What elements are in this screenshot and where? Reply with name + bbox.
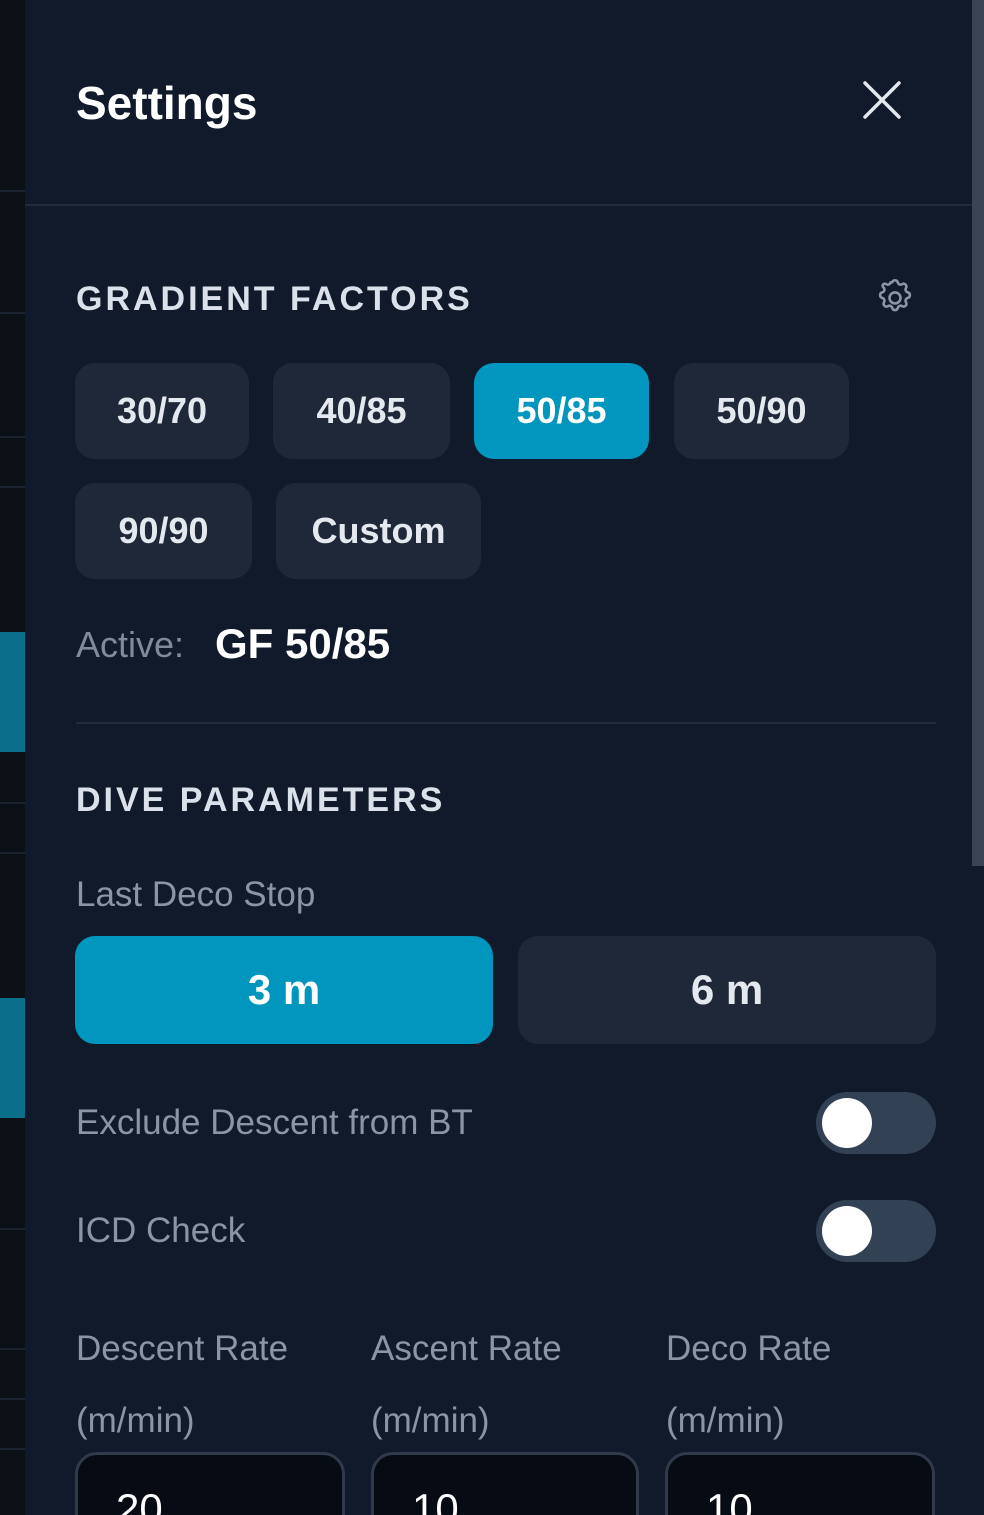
last-deco-stop-6m[interactable]: 6 m (518, 936, 936, 1044)
toggle-knob (822, 1098, 872, 1148)
deco-rate-label: Deco Rate (666, 1329, 832, 1368)
settings-panel: Settings GRADIENT FACTORS 30/70 40/85 50… (25, 0, 984, 1515)
background-divider (0, 802, 25, 804)
close-icon (863, 81, 901, 119)
settings-title: Settings (76, 77, 258, 129)
gf-preset-50-85[interactable]: 50/85 (474, 363, 649, 459)
scrollbar-thumb[interactable] (972, 0, 984, 866)
background-divider (0, 190, 25, 192)
background-divider (0, 1398, 25, 1400)
scrollbar-track[interactable] (972, 0, 984, 1515)
active-gf-value: GF 50/85 (215, 620, 391, 667)
background-divider (0, 486, 25, 488)
gf-preset-30-70[interactable]: 30/70 (75, 363, 249, 459)
background-teal-block (0, 998, 25, 1118)
background-divider (0, 312, 25, 314)
gf-preset-40-85[interactable]: 40/85 (273, 363, 450, 459)
section-divider (76, 722, 936, 724)
exclude-descent-label: Exclude Descent from BT (76, 1103, 473, 1142)
ascent-rate-input[interactable]: 10 (371, 1452, 639, 1515)
background-app (0, 0, 25, 1515)
background-divider (0, 852, 25, 854)
active-gf-label: Active: (76, 624, 185, 665)
descent-rate-label: Descent Rate (76, 1329, 289, 1368)
exclude-descent-toggle[interactable] (816, 1092, 936, 1154)
settings-header: Settings (25, 0, 972, 206)
last-deco-stop-label: Last Deco Stop (76, 875, 316, 914)
dive-parameters-heading: DIVE PARAMETERS (76, 781, 446, 819)
close-button[interactable] (859, 77, 905, 123)
deco-rate-unit: (m/min) (666, 1401, 785, 1440)
gradient-factors-settings-button[interactable] (873, 275, 917, 319)
icd-check-toggle[interactable] (816, 1200, 936, 1262)
last-deco-stop-3m[interactable]: 3 m (75, 936, 493, 1044)
gf-preset-custom[interactable]: Custom (276, 483, 481, 579)
gf-preset-50-90[interactable]: 50/90 (674, 363, 849, 459)
deco-rate-input[interactable]: 10 (665, 1452, 935, 1515)
descent-rate-input[interactable]: 20 (75, 1452, 345, 1515)
background-divider (0, 1448, 25, 1450)
descent-rate-unit: (m/min) (76, 1401, 195, 1440)
gf-preset-90-90[interactable]: 90/90 (75, 483, 252, 579)
toggle-knob (822, 1206, 872, 1256)
ascent-rate-unit: (m/min) (371, 1401, 490, 1440)
background-divider (0, 436, 25, 438)
gradient-factors-heading: GRADIENT FACTORS (76, 280, 473, 318)
gear-icon (878, 279, 912, 312)
background-teal-block (0, 632, 25, 752)
ascent-rate-label: Ascent Rate (371, 1329, 562, 1368)
icd-check-label: ICD Check (76, 1211, 246, 1250)
background-divider (0, 1348, 25, 1350)
background-divider (0, 1228, 25, 1230)
